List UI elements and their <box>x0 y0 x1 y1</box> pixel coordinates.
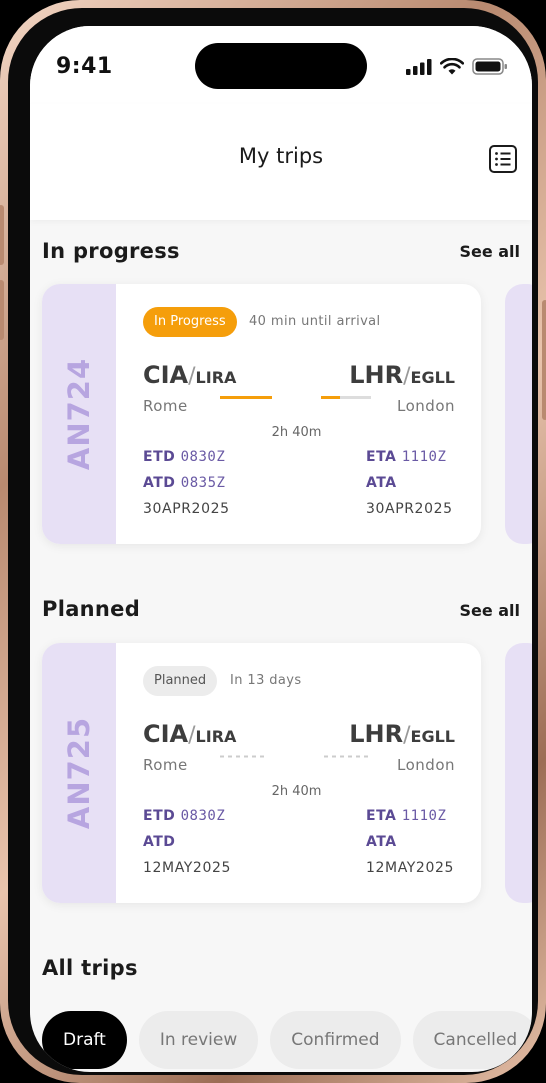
atd-label: ATD <box>143 834 176 850</box>
progress-segment-right-fill <box>321 396 340 399</box>
origin-iata: CIA <box>143 720 189 748</box>
flight-progress-line <box>220 755 372 758</box>
etd-value: 0830Z <box>180 449 226 465</box>
phone-frame: 9:41 My trips In progress See all AN724 … <box>0 0 546 1083</box>
trip-card-side: AN725 <box>42 643 116 903</box>
filter-chip-in-review[interactable]: In review <box>138 1011 259 1069</box>
destination-city: London <box>397 397 455 415</box>
code-separator: / <box>188 723 196 748</box>
list-view-button[interactable] <box>488 144 518 174</box>
flight-number: AN724 <box>62 357 96 471</box>
atd-label: ATD <box>143 475 176 491</box>
status-badge: Planned <box>143 666 218 696</box>
screen: 9:41 My trips In progress See all AN724 … <box>30 26 532 1072</box>
status-time: 9:41 <box>56 54 113 79</box>
flight-duration: 2h 40m <box>271 425 322 440</box>
planned-see-all-link[interactable]: See all <box>459 601 520 620</box>
trip-card[interactable]: AN724 In Progress 40 min until arrival C… <box>42 284 481 544</box>
departure-date: 30APR2025 <box>143 501 230 517</box>
filter-chip-draft[interactable]: Draft <box>42 1011 127 1069</box>
dynamic-island <box>195 43 367 89</box>
page-title: My trips <box>238 144 324 168</box>
trip-filter-chips: Draft In review Confirmed Cancelled <box>42 1011 532 1069</box>
destination-iata: LHR <box>349 720 404 748</box>
destination-icao: EGLL <box>410 727 455 746</box>
ata-label: ATA <box>366 475 397 491</box>
eta-value: 1110Z <box>401 449 447 465</box>
eta-label: ETA <box>366 449 397 465</box>
arrival-date: 12MAY2025 <box>366 860 454 876</box>
trip-card[interactable]: AN725 Planned In 13 days CIA/LIRA LHR/EG… <box>42 643 481 903</box>
origin-iata: CIA <box>143 361 189 389</box>
destination-city: London <box>397 756 455 774</box>
planned-heading: Planned <box>42 597 141 621</box>
origin-icao: LIRA <box>195 727 237 746</box>
origin-city: Rome <box>143 397 188 415</box>
origin-code: CIA/LIRA <box>143 361 236 389</box>
trip-note: In 13 days <box>230 673 302 688</box>
destination-code: LHR/EGLL <box>349 361 455 389</box>
atd-row: ATD 0835Z <box>143 475 225 491</box>
all-trips-heading: All trips <box>42 956 138 980</box>
eta-value: 1110Z <box>401 808 447 824</box>
destination-code: LHR/EGLL <box>349 720 455 748</box>
atd-value: 0835Z <box>180 475 226 491</box>
eta-row: ETA 1110Z <box>366 449 446 465</box>
filter-chip-confirmed[interactable]: Confirmed <box>270 1011 401 1069</box>
power-button <box>542 300 546 420</box>
wifi-icon <box>440 58 464 75</box>
battery-icon <box>472 58 507 75</box>
code-separator: / <box>188 364 196 389</box>
destination-icao: EGLL <box>410 368 455 387</box>
origin-city: Rome <box>143 756 188 774</box>
etd-row: ETD 0830Z <box>143 808 225 824</box>
code-separator: / <box>403 723 411 748</box>
in-progress-heading: In progress <box>42 239 180 263</box>
app-header: My trips <box>30 104 532 220</box>
etd-value: 0830Z <box>180 808 226 824</box>
code-separator: / <box>403 364 411 389</box>
departure-date: 12MAY2025 <box>143 860 231 876</box>
signal-icon <box>406 58 432 75</box>
flight-progress-line <box>220 396 371 399</box>
eta-label: ETA <box>366 808 397 824</box>
list-icon <box>489 145 517 173</box>
volume-up-button <box>0 205 4 265</box>
ata-row: ATA <box>366 834 397 850</box>
progress-segment-left <box>220 396 272 399</box>
arrival-date: 30APR2025 <box>366 501 453 517</box>
ata-row: ATA <box>366 475 397 491</box>
phone-bezel: 9:41 My trips In progress See all AN724 … <box>8 8 538 1075</box>
next-trip-card-peek[interactable] <box>505 284 532 544</box>
status-icons <box>406 58 508 75</box>
flight-duration: 2h 40m <box>271 784 322 799</box>
status-badge: In Progress <box>143 307 237 337</box>
origin-code: CIA/LIRA <box>143 720 236 748</box>
etd-label: ETD <box>143 449 176 465</box>
etd-row: ETD 0830Z <box>143 449 225 465</box>
origin-icao: LIRA <box>195 368 237 387</box>
atd-row: ATD <box>143 834 175 850</box>
volume-down-button <box>0 280 4 340</box>
etd-label: ETD <box>143 808 176 824</box>
next-trip-card-peek[interactable] <box>505 643 532 903</box>
ata-label: ATA <box>366 834 397 850</box>
flight-number: AN725 <box>62 716 96 830</box>
in-progress-see-all-link[interactable]: See all <box>459 242 520 261</box>
status-bar: 9:41 <box>30 26 532 104</box>
eta-row: ETA 1110Z <box>366 808 446 824</box>
destination-iata: LHR <box>349 361 404 389</box>
trip-card-side: AN724 <box>42 284 116 544</box>
trip-note: 40 min until arrival <box>249 314 381 329</box>
filter-chip-cancelled[interactable]: Cancelled <box>412 1011 532 1069</box>
